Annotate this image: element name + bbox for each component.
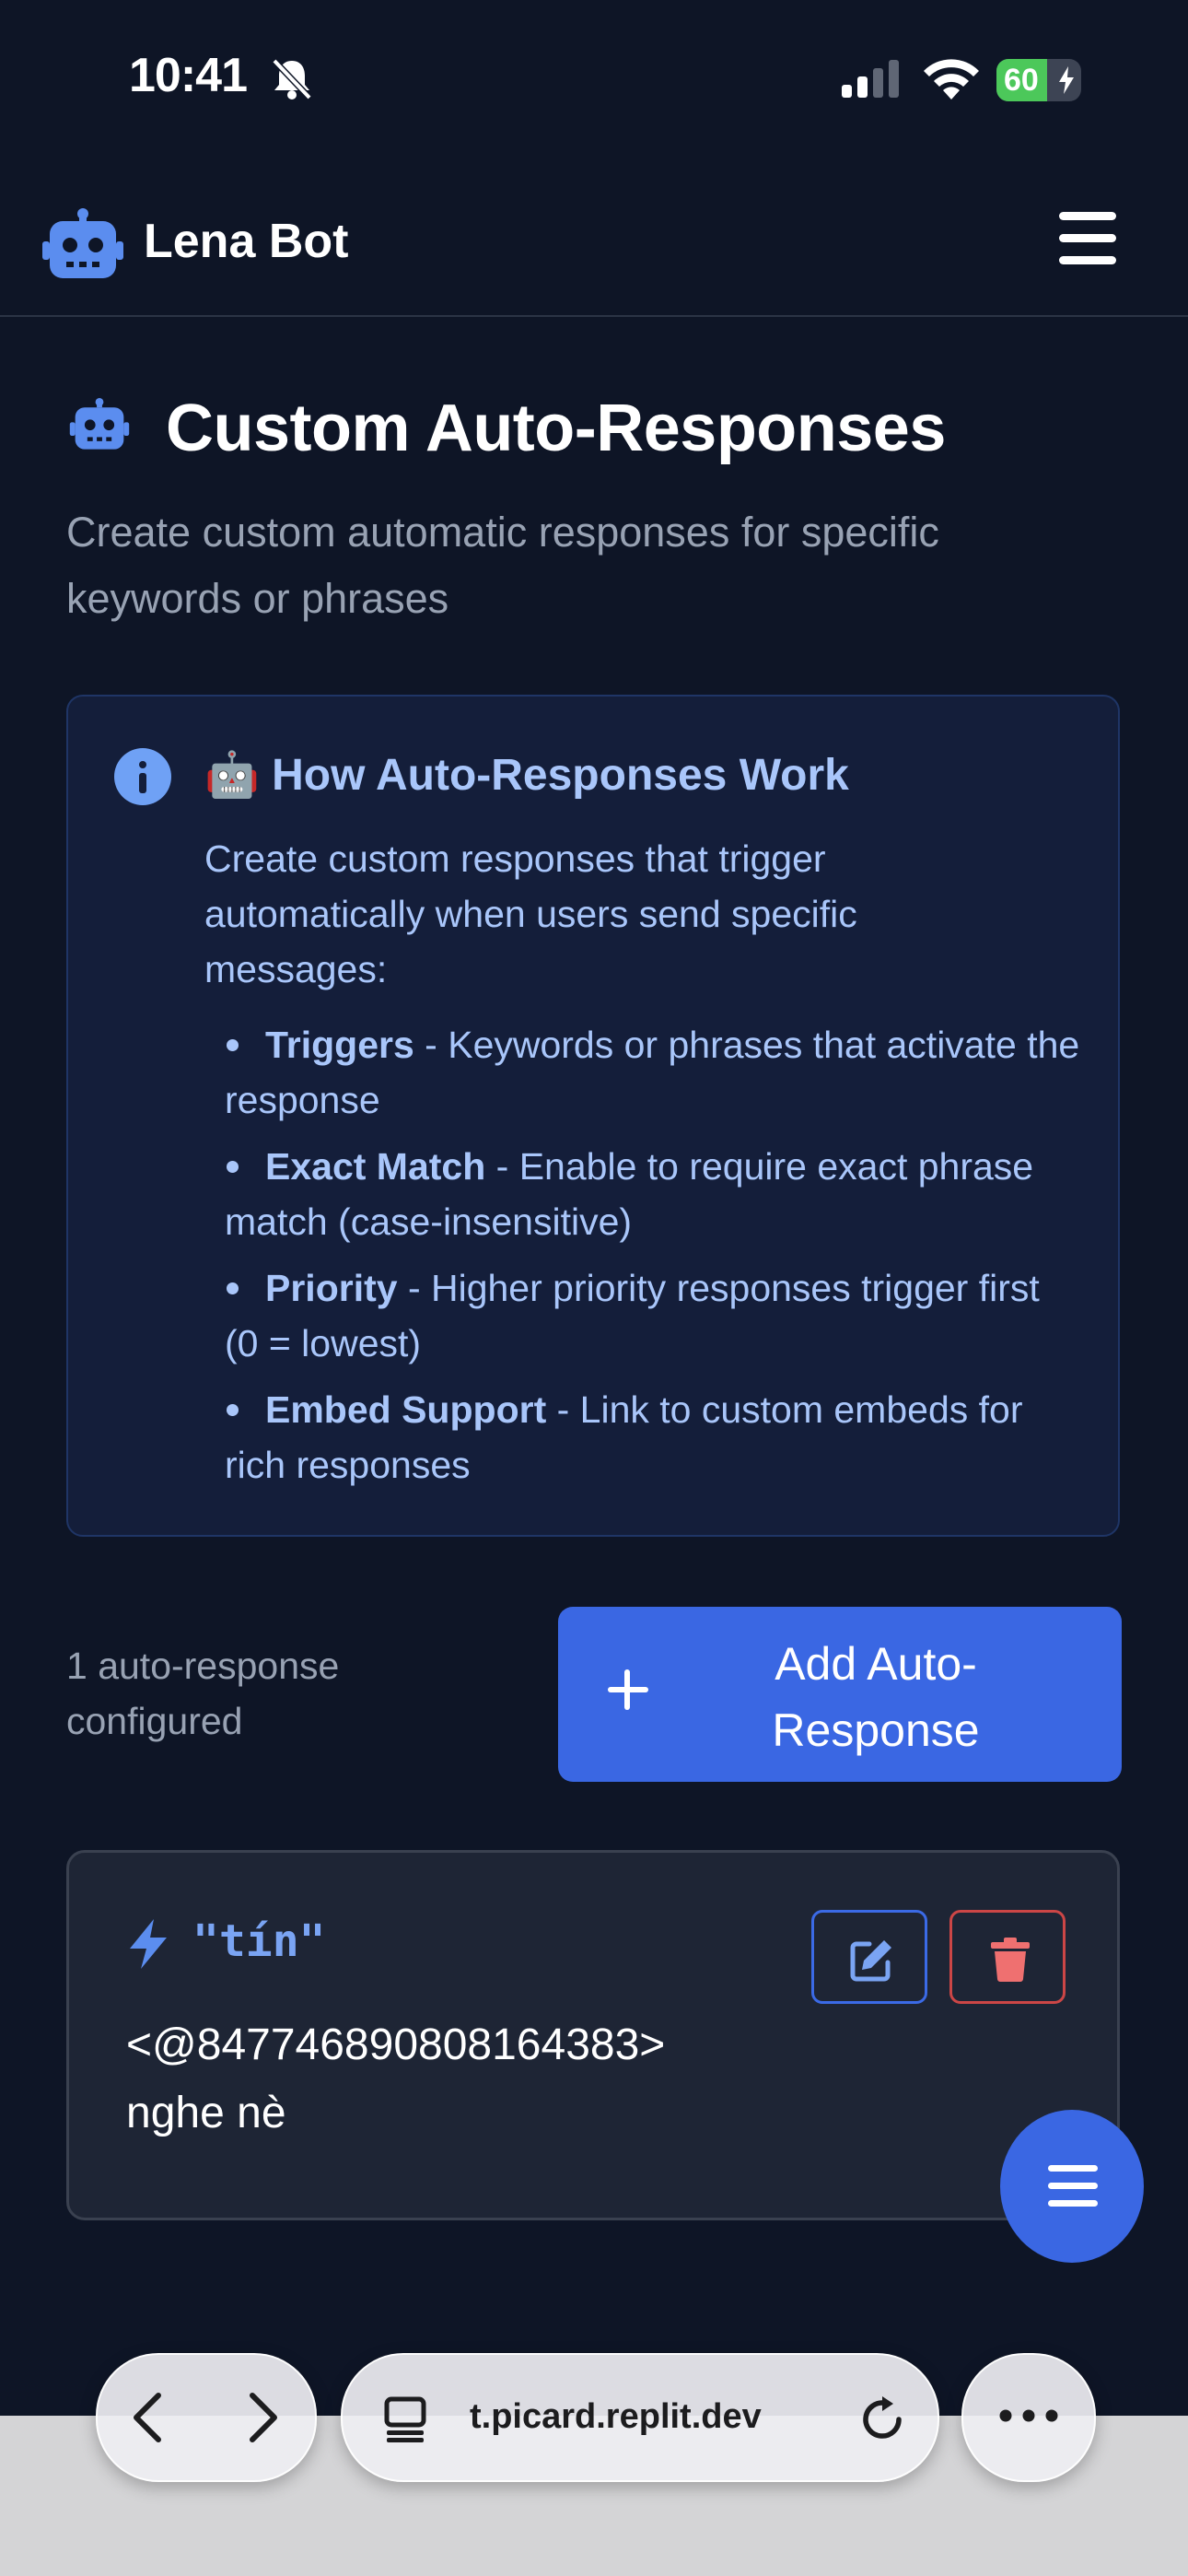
robot-icon: [69, 398, 130, 450]
list-item-term: Triggers: [265, 1024, 414, 1066]
brand-name[interactable]: Lena Bot: [144, 214, 348, 269]
floating-menu-button[interactable]: [1000, 2110, 1144, 2263]
battery-percent: 60: [1004, 63, 1039, 98]
browser-nav-buttons: [96, 2353, 317, 2482]
add-button-label: Add Auto-Response: [772, 1638, 980, 1756]
list-item: Embed Support - Link to custom embeds fo…: [225, 1382, 1081, 1493]
list-item: Triggers - Keywords or phrases that acti…: [225, 1017, 1081, 1128]
back-icon[interactable]: [125, 2392, 171, 2443]
battery-charging-icon: 60: [996, 59, 1081, 101]
address-bar[interactable]: t.picard.replit.dev: [341, 2353, 939, 2482]
list-item: Exact Match - Enable to require exact ph…: [225, 1139, 1081, 1249]
signal-icon: [842, 60, 899, 98]
info-list: Triggers - Keywords or phrases that acti…: [225, 1017, 1081, 1504]
add-auto-response-button[interactable]: Add Auto-Response: [558, 1607, 1122, 1782]
info-title: 🤖 How Auto-Responses Work: [204, 751, 849, 800]
info-box: 🤖 How Auto-Responses Work Create custom …: [66, 695, 1120, 1537]
top-navbar: Lena Bot: [0, 175, 1188, 317]
info-icon: [114, 748, 171, 805]
url-text: t.picard.replit.dev: [470, 2397, 762, 2436]
edit-button[interactable]: [811, 1910, 927, 2004]
response-count: 1 auto-response configured: [66, 1645, 340, 1742]
robot-icon[interactable]: [42, 208, 123, 284]
response-trigger: "tín": [192, 1915, 326, 1967]
trash-icon: [991, 1938, 1030, 1982]
status-time: 10:41: [129, 49, 248, 102]
plus-icon: [608, 1669, 648, 1710]
more-options-button[interactable]: [961, 2353, 1096, 2482]
list-item-term: Priority: [265, 1267, 398, 1309]
response-message: nghe nè: [126, 2089, 286, 2137]
forward-icon[interactable]: [239, 2392, 285, 2443]
list-item-term: Embed Support: [265, 1388, 547, 1431]
auto-response-card: "tín" <@847746890808164383> nghe nè: [66, 1850, 1120, 2220]
page-title: Custom Auto-Responses: [166, 392, 946, 465]
response-mention: <@847746890808164383>: [126, 2020, 666, 2069]
reload-icon[interactable]: [858, 2395, 906, 2443]
ellipsis-icon: [999, 2409, 1058, 2422]
list-item: Priority - Higher priority responses tri…: [225, 1260, 1081, 1371]
hamburger-icon[interactable]: [1055, 210, 1122, 267]
bell-slash-icon: [272, 58, 312, 100]
edit-icon: [850, 1940, 891, 1982]
delete-button[interactable]: [949, 1910, 1066, 2004]
tab-overview-icon[interactable]: [383, 2395, 431, 2443]
wifi-icon: [924, 59, 979, 100]
list-item-term: Exact Match: [265, 1145, 486, 1188]
response-text: <@847746890808164383> nghe nè: [126, 2011, 955, 2148]
info-description: Create custom responses that trigger aut…: [204, 837, 857, 990]
lightning-icon: [130, 1919, 167, 1969]
page-subtitle: Create custom automatic responses for sp…: [66, 509, 939, 622]
